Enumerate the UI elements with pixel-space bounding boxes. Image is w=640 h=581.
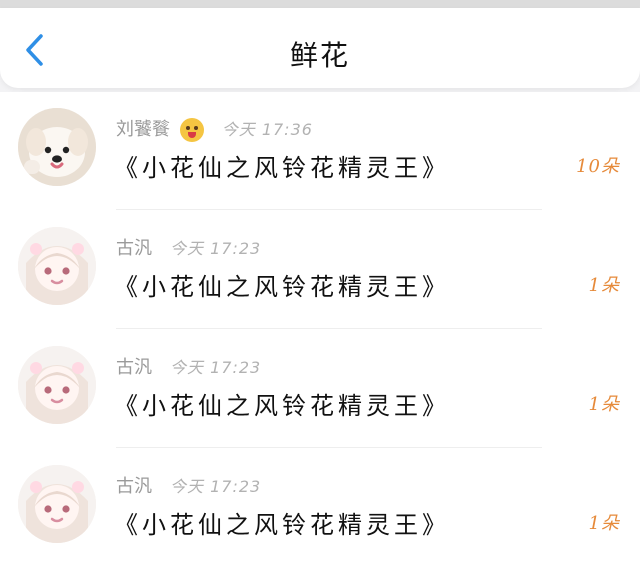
- timestamp: 今天 17:23: [170, 239, 262, 258]
- gift-title: 《小花仙之风铃花精灵王》: [114, 272, 450, 301]
- list-item[interactable]: 刘饕餮 今天 17:36 《小花仙之风铃花精灵王》 10朵: [0, 92, 640, 210]
- gift-list: 刘饕餮 今天 17:36 《小花仙之风铃花精灵王》 10朵 古汎 今天 17:2…: [0, 92, 640, 581]
- gift-title: 《小花仙之风铃花精灵王》: [114, 153, 450, 182]
- timestamp: 今天 17:23: [170, 477, 262, 496]
- anime-girl-avatar: [18, 227, 96, 305]
- divider: [116, 447, 542, 448]
- avatar[interactable]: [18, 108, 96, 186]
- sender-meta: 刘饕餮 今天 17:36: [116, 114, 313, 142]
- flower-count: 1朵: [588, 275, 620, 296]
- white-dog-avatar: [18, 108, 96, 186]
- sender-meta: 古汎 今天 17:23: [116, 471, 261, 499]
- sender-name: 古汎: [116, 357, 152, 378]
- anime-girl-avatar: [18, 465, 96, 543]
- divider: [116, 209, 542, 210]
- status-strip: [0, 0, 640, 8]
- flower-count: 1朵: [588, 513, 620, 534]
- timestamp: 今天 17:36: [221, 120, 313, 139]
- avatar[interactable]: [18, 227, 96, 305]
- header-bar: 鲜花: [0, 8, 640, 88]
- anime-girl-avatar: [18, 346, 96, 424]
- yum-face-emoji-icon: [179, 117, 204, 142]
- timestamp: 今天 17:23: [170, 358, 262, 377]
- flower-count: 10朵: [576, 156, 620, 177]
- flower-count: 1朵: [588, 394, 620, 415]
- sender-name: 古汎: [116, 238, 152, 259]
- sender-name: 刘饕餮: [116, 115, 204, 142]
- list-item[interactable]: 古汎 今天 17:23 《小花仙之风铃花精灵王》 1朵: [0, 330, 640, 448]
- avatar[interactable]: [18, 465, 96, 543]
- sender-name: 古汎: [116, 476, 152, 497]
- avatar[interactable]: [18, 346, 96, 424]
- sender-meta: 古汎 今天 17:23: [116, 233, 261, 261]
- list-item[interactable]: 古汎 今天 17:23 《小花仙之风铃花精灵王》 1朵: [0, 449, 640, 567]
- sender-meta: 古汎 今天 17:23: [116, 352, 261, 380]
- gift-title: 《小花仙之风铃花精灵王》: [114, 510, 450, 539]
- list-item[interactable]: 古汎 今天 17:23 《小花仙之风铃花精灵王》 1朵: [0, 211, 640, 329]
- page-title: 鲜花: [289, 39, 350, 72]
- divider: [116, 328, 542, 329]
- gift-title: 《小花仙之风铃花精灵王》: [114, 391, 450, 420]
